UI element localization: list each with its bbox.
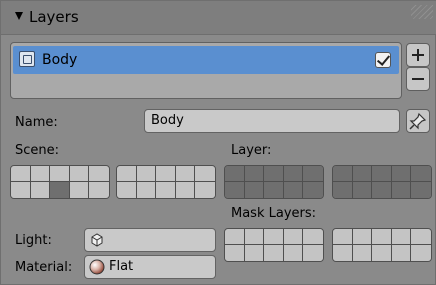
- layer-toggle-cell[interactable]: [156, 182, 176, 198]
- render-layers-grid-2[interactable]: [332, 165, 432, 199]
- layer-toggle-cell[interactable]: [372, 229, 392, 245]
- layer-label: Layer:: [231, 143, 272, 158]
- layer-toggle-cell[interactable]: [69, 182, 90, 198]
- mask-layers-grid-1[interactable]: [224, 228, 324, 262]
- layer-toggle-cell[interactable]: [89, 166, 109, 182]
- layer-toggle-cell[interactable]: [244, 229, 265, 245]
- layer-toggle-cell[interactable]: [50, 166, 70, 182]
- layer-toggle-cell[interactable]: [264, 182, 284, 198]
- layer-toggle-cell[interactable]: [11, 182, 31, 198]
- layer-toggle-cell[interactable]: [195, 166, 215, 182]
- layer-toggle-cell[interactable]: [264, 166, 284, 182]
- layer-toggle-cell[interactable]: [225, 166, 245, 182]
- layer-toggle-cell[interactable]: [303, 245, 323, 261]
- layer-toggle-cell[interactable]: [264, 245, 284, 261]
- layer-toggle-cell[interactable]: [411, 245, 431, 261]
- layer-toggle-cell[interactable]: [136, 182, 157, 198]
- layer-toggle-cell[interactable]: [411, 166, 431, 182]
- material-value: Flat: [109, 259, 134, 274]
- material-sphere-icon: [89, 259, 105, 275]
- layer-toggle-cell[interactable]: [303, 166, 323, 182]
- layer-toggle-cell[interactable]: [50, 182, 70, 198]
- layer-toggle-cell[interactable]: [11, 166, 31, 182]
- layer-toggle-cell[interactable]: [333, 245, 353, 261]
- layers-panel: Layers Body Name: Body Scene: Layer: Mas…: [0, 0, 436, 285]
- add-layer-button[interactable]: [406, 43, 430, 67]
- layer-toggle-cell[interactable]: [89, 182, 109, 198]
- pin-button[interactable]: [406, 109, 430, 133]
- layer-toggle-cell[interactable]: [283, 229, 304, 245]
- layer-toggle-cell[interactable]: [352, 182, 373, 198]
- layer-toggle-cell[interactable]: [244, 245, 265, 261]
- light-label: Light:: [15, 233, 52, 248]
- mask-layers-label: Mask Layers:: [231, 206, 317, 221]
- layer-toggle-cell[interactable]: [372, 166, 392, 182]
- drag-grip-icon[interactable]: [411, 5, 433, 19]
- layer-toggle-cell[interactable]: [283, 166, 304, 182]
- layer-toggle-cell[interactable]: [411, 229, 431, 245]
- layer-toggle-cell[interactable]: [195, 182, 215, 198]
- panel-title: Layers: [29, 8, 79, 26]
- layer-toggle-cell[interactable]: [303, 229, 323, 245]
- name-label: Name:: [15, 115, 58, 130]
- layer-toggle-cell[interactable]: [244, 182, 265, 198]
- mask-layers-grid-2[interactable]: [332, 228, 432, 262]
- layer-toggle-cell[interactable]: [30, 182, 51, 198]
- minus-icon: [412, 73, 424, 85]
- layer-toggle-cell[interactable]: [333, 182, 353, 198]
- layer-toggle-cell[interactable]: [283, 182, 304, 198]
- layer-toggle-cell[interactable]: [117, 166, 137, 182]
- layer-toggle-cell[interactable]: [225, 182, 245, 198]
- render-layers-grid-1[interactable]: [224, 165, 324, 199]
- layer-toggle-cell[interactable]: [283, 245, 304, 261]
- collapse-arrow-icon[interactable]: [15, 12, 23, 20]
- light-field[interactable]: [84, 228, 216, 252]
- layer-toggle-cell[interactable]: [352, 166, 373, 182]
- list-item-label: Body: [42, 52, 78, 68]
- layer-toggle-cell[interactable]: [391, 229, 412, 245]
- layer-toggle-cell[interactable]: [333, 166, 353, 182]
- layer-toggle-cell[interactable]: [391, 166, 412, 182]
- layer-toggle-cell[interactable]: [352, 245, 373, 261]
- layer-toggle-cell[interactable]: [372, 182, 392, 198]
- layer-toggle-cell[interactable]: [264, 229, 284, 245]
- material-field[interactable]: Flat: [84, 255, 216, 279]
- layer-toggle-cell[interactable]: [225, 229, 245, 245]
- name-field[interactable]: Body: [144, 109, 400, 133]
- layers-list[interactable]: Body: [10, 42, 402, 99]
- layer-toggle-cell[interactable]: [117, 182, 137, 198]
- layer-toggle-cell[interactable]: [136, 166, 157, 182]
- layer-toggle-cell[interactable]: [244, 166, 265, 182]
- layer-toggle-cell[interactable]: [352, 229, 373, 245]
- layer-toggle-cell[interactable]: [156, 166, 176, 182]
- scene-label: Scene:: [15, 143, 60, 158]
- layer-toggle-cell[interactable]: [372, 245, 392, 261]
- list-item[interactable]: Body: [13, 46, 399, 74]
- name-value: Body: [151, 113, 184, 128]
- material-label: Material:: [15, 260, 73, 275]
- layer-toggle-cell[interactable]: [69, 166, 90, 182]
- layer-toggle-cell[interactable]: [303, 182, 323, 198]
- layer-toggle-cell[interactable]: [391, 245, 412, 261]
- layer-toggle-cell[interactable]: [411, 182, 431, 198]
- layer-toggle-cell[interactable]: [391, 182, 412, 198]
- layer-toggle-cell[interactable]: [225, 245, 245, 261]
- plus-icon: [412, 49, 424, 61]
- panel-header[interactable]: Layers: [1, 1, 436, 35]
- scene-layers-grid-2[interactable]: [116, 165, 216, 199]
- scene-layers-grid-1[interactable]: [10, 165, 110, 199]
- layer-toggle-cell[interactable]: [175, 182, 196, 198]
- lamp-icon: [91, 233, 103, 247]
- layer-toggle-cell[interactable]: [30, 166, 51, 182]
- pin-icon: [409, 112, 427, 130]
- layer-toggle-cell[interactable]: [333, 229, 353, 245]
- render-layer-icon: [19, 51, 35, 67]
- layer-enabled-checkbox[interactable]: [375, 52, 391, 68]
- layer-toggle-cell[interactable]: [175, 166, 196, 182]
- remove-layer-button[interactable]: [406, 67, 430, 91]
